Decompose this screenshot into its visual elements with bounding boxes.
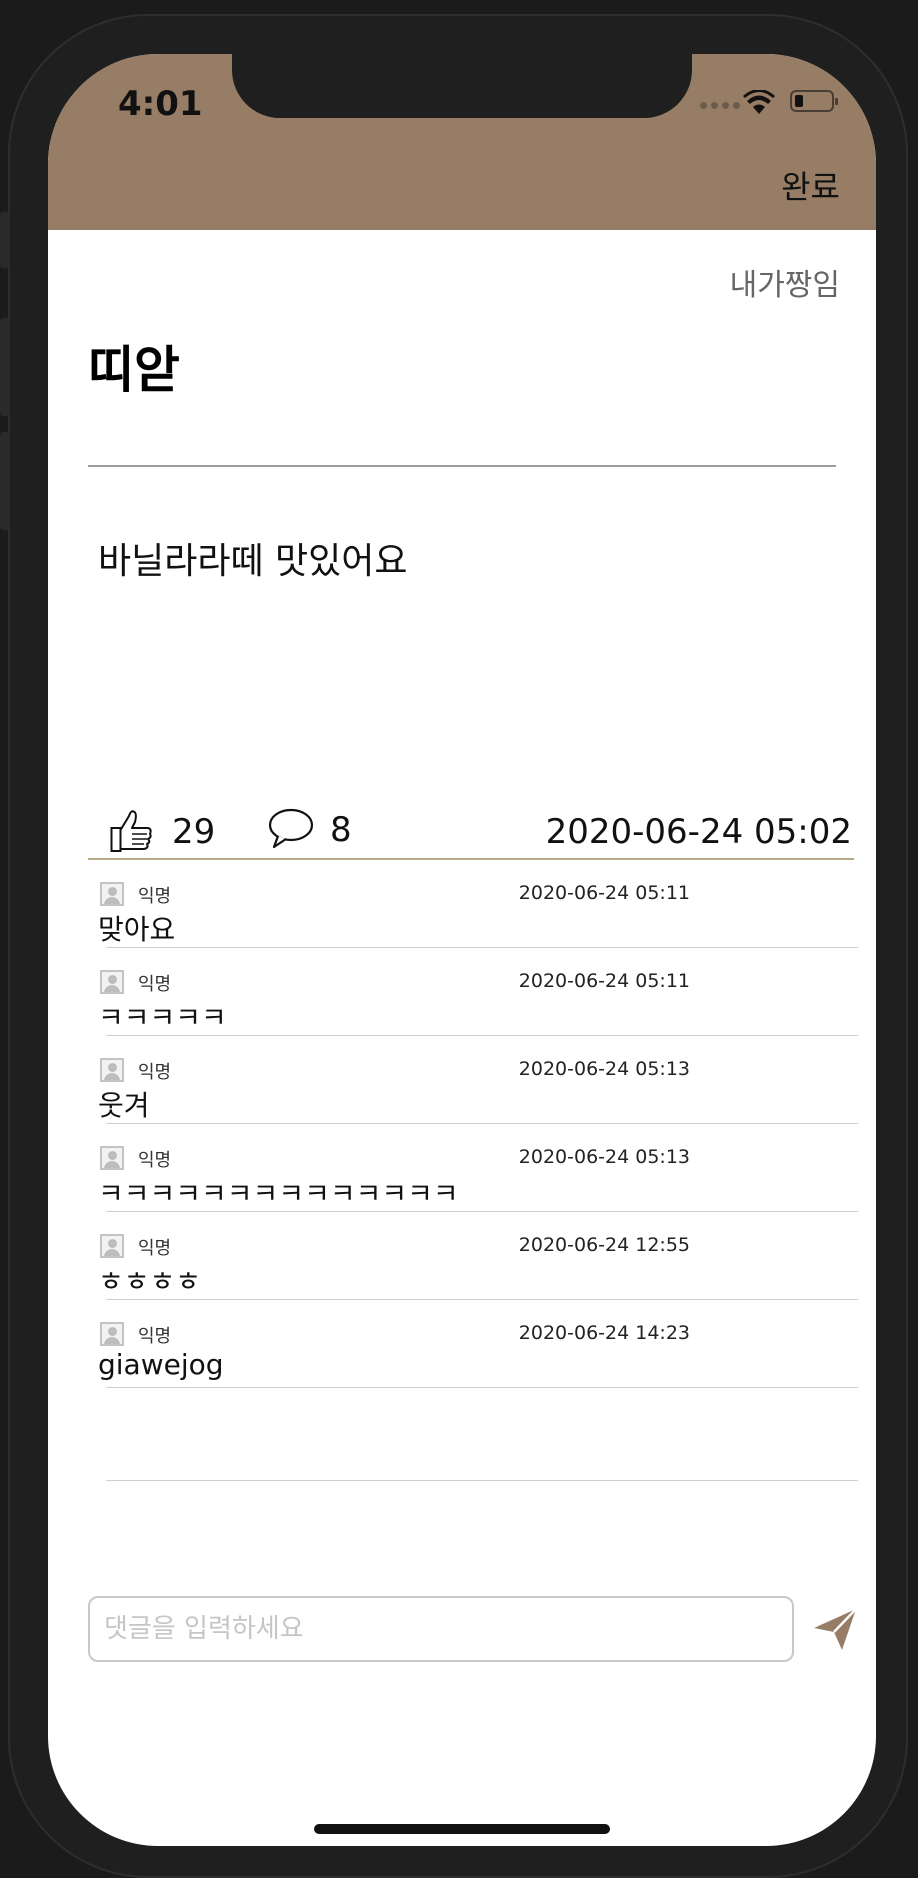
comment-item: 익명 2020-06-24 05:11 맞아요 (48, 860, 876, 948)
paper-plane-icon[interactable] (812, 1606, 858, 1652)
thumbs-up-icon[interactable] (110, 808, 154, 854)
battery-icon (790, 90, 838, 112)
comment-text: ㅎㅎㅎㅎ (98, 1265, 202, 1298)
person-placeholder-icon (100, 1322, 124, 1346)
volume-up-button (0, 318, 10, 416)
post-content: 바닐라라떼 맛있어요 (98, 541, 408, 582)
comment-author: 익명 (138, 1326, 172, 1347)
person-placeholder-icon (100, 1146, 124, 1170)
app-screen: 4:01 완료 내가짱임 띠앋 바닐라라떼 맛있어요 29 8 2020-06-… (48, 54, 876, 1846)
volume-down-button (0, 432, 10, 530)
comment-text: 웃겨 (98, 1089, 150, 1122)
list-end-divider (106, 1480, 858, 1481)
person-placeholder-icon (100, 882, 124, 906)
comment-author: 익명 (138, 886, 172, 907)
cellular-signal-icon (700, 102, 740, 109)
comment-date: 2020-06-24 14:23 (518, 1322, 690, 1344)
comment-author: 익명 (138, 1150, 172, 1171)
comment-item: 익명 2020-06-24 05:11 ㅋㅋㅋㅋㅋ (48, 948, 876, 1036)
speech-bubble-icon[interactable] (268, 808, 314, 850)
comment-item: 익명 2020-06-24 14:23 giawejog (48, 1300, 876, 1388)
comment-date: 2020-06-24 12:55 (518, 1234, 690, 1256)
person-placeholder-icon (100, 1234, 124, 1258)
comment-text: ㅋㅋㅋㅋㅋ (98, 1001, 227, 1034)
comment-item: 익명 2020-06-24 05:13 ㅋㅋㅋㅋㅋㅋㅋㅋㅋㅋㅋㅋㅋㅋ (48, 1124, 876, 1212)
post-author: 내가짱임 (729, 268, 840, 303)
home-indicator[interactable] (314, 1824, 610, 1834)
mute-switch (0, 212, 10, 268)
comment-count: 8 (330, 810, 352, 850)
comment-date: 2020-06-24 05:13 (518, 1058, 690, 1080)
person-placeholder-icon (100, 970, 124, 994)
done-button[interactable]: 완료 (781, 162, 840, 208)
post-date: 2020-06-24 05:02 (545, 812, 852, 852)
comment-text: 맞아요 (98, 913, 176, 946)
status-time: 4:01 (118, 84, 203, 124)
comment-text: ㅋㅋㅋㅋㅋㅋㅋㅋㅋㅋㅋㅋㅋㅋ (98, 1177, 459, 1210)
comment-item: 익명 2020-06-24 05:13 웃겨 (48, 1036, 876, 1124)
notch (232, 54, 692, 118)
comment-date: 2020-06-24 05:13 (518, 1146, 690, 1168)
comment-author: 익명 (138, 974, 172, 995)
comment-input[interactable] (88, 1596, 794, 1662)
comment-list: 익명 2020-06-24 05:11 맞아요 익명 2020-06-24 05… (48, 860, 876, 1388)
comment-text: giawejog (98, 1348, 224, 1381)
nav-header: 4:01 완료 (48, 54, 876, 230)
comment-date: 2020-06-24 05:11 (518, 970, 690, 992)
wifi-icon (743, 90, 775, 114)
post-title: 띠앋 (88, 341, 180, 399)
person-placeholder-icon (100, 1058, 124, 1082)
comment-date: 2020-06-24 05:11 (518, 882, 690, 904)
comment-author: 익명 (138, 1062, 172, 1083)
comment-author: 익명 (138, 1238, 172, 1259)
title-divider (88, 465, 836, 467)
comment-item: 익명 2020-06-24 12:55 ㅎㅎㅎㅎ (48, 1212, 876, 1300)
like-count: 29 (172, 812, 216, 852)
